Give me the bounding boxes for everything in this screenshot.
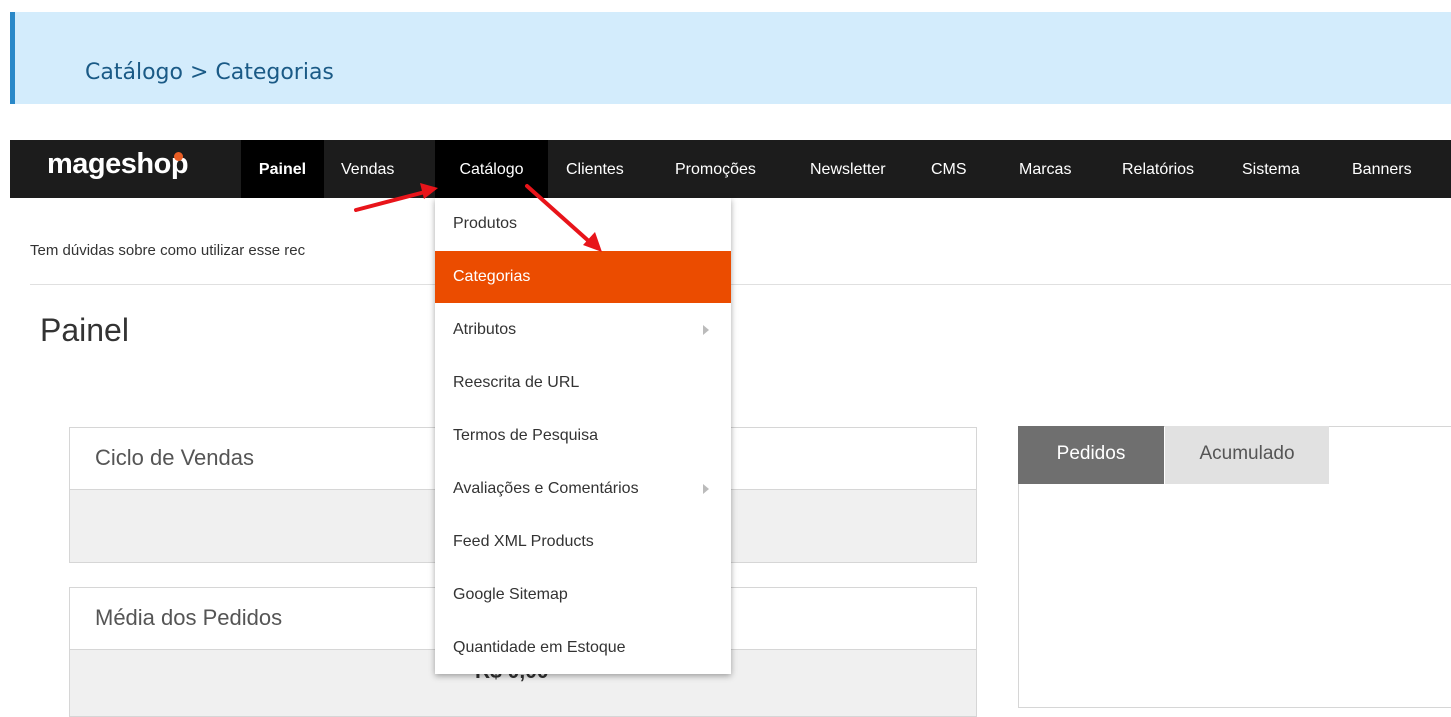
menu-item-google-sitemap[interactable]: Google Sitemap bbox=[435, 569, 731, 621]
breadcrumb-banner: Catálogo > Categorias bbox=[10, 12, 1451, 104]
admin-app: mageshop Painel Vendas Catálogo Clientes… bbox=[10, 140, 1451, 717]
ciclo-vendas-title: Ciclo de Vendas bbox=[95, 445, 254, 470]
nav-cms[interactable]: CMS bbox=[931, 140, 967, 198]
media-pedidos-title: Média dos Pedidos bbox=[95, 605, 283, 630]
nav-sistema[interactable]: Sistema bbox=[1242, 140, 1300, 198]
nav-promocoes[interactable]: Promoções bbox=[675, 140, 756, 198]
menu-item-quantidade-estoque[interactable]: Quantidade em Estoque bbox=[435, 622, 731, 674]
nav-newsletter[interactable]: Newsletter bbox=[810, 140, 886, 198]
menu-item-label: Google Sitemap bbox=[453, 586, 568, 603]
mageshop-logo[interactable]: mageshop bbox=[47, 148, 189, 181]
menu-item-label: Atributos bbox=[453, 321, 517, 338]
divider bbox=[30, 284, 1451, 285]
menu-item-label: Reescrita de URL bbox=[453, 374, 580, 391]
nav-relatorios[interactable]: Relatórios bbox=[1122, 140, 1194, 198]
menu-item-label: Produtos bbox=[453, 215, 518, 232]
menu-item-label: Avaliações e Comentários bbox=[453, 480, 639, 497]
breadcrumb: Catálogo > Categorias bbox=[85, 60, 334, 85]
menu-item-label: Feed XML Products bbox=[453, 533, 594, 550]
nav-vendas[interactable]: Vendas bbox=[341, 140, 394, 198]
menu-item-atributos[interactable]: Atributos bbox=[435, 304, 731, 356]
logo-dot-icon bbox=[174, 152, 183, 161]
menu-item-produtos[interactable]: Produtos bbox=[435, 198, 731, 250]
nav-banners[interactable]: Banners bbox=[1352, 140, 1412, 198]
menu-item-feed-xml[interactable]: Feed XML Products bbox=[435, 516, 731, 568]
page-title: Painel bbox=[40, 312, 129, 348]
catalogo-dropdown-menu: Produtos Categorias Atributos Reescrita … bbox=[435, 198, 731, 674]
tab-acumulado[interactable]: Acumulado bbox=[1165, 426, 1329, 484]
top-navbar: mageshop Painel Vendas Catálogo Clientes… bbox=[10, 140, 1451, 198]
menu-item-label: Termos de Pesquisa bbox=[453, 427, 598, 444]
menu-item-label: Categorias bbox=[453, 268, 531, 285]
menu-item-label: Quantidade em Estoque bbox=[453, 639, 626, 656]
nav-clientes[interactable]: Clientes bbox=[566, 140, 624, 198]
menu-item-categorias[interactable]: Categorias bbox=[435, 251, 731, 303]
tab-pedidos[interactable]: Pedidos bbox=[1018, 426, 1164, 484]
nav-marcas[interactable]: Marcas bbox=[1019, 140, 1071, 198]
menu-item-termos-pesquisa[interactable]: Termos de Pesquisa bbox=[435, 410, 731, 462]
orders-chart-panel: Pedidos Acumulado bbox=[1018, 426, 1451, 708]
chevron-right-icon bbox=[703, 484, 709, 494]
nav-catalogo[interactable]: Catálogo bbox=[435, 140, 548, 198]
menu-item-reescrita-url[interactable]: Reescrita de URL bbox=[435, 357, 731, 409]
menu-item-avaliacoes[interactable]: Avaliações e Comentários bbox=[435, 463, 731, 515]
help-text: Tem dúvidas sobre como utilizar esse rec bbox=[30, 242, 306, 259]
chevron-right-icon bbox=[703, 325, 709, 335]
nav-painel[interactable]: Painel bbox=[241, 140, 324, 198]
